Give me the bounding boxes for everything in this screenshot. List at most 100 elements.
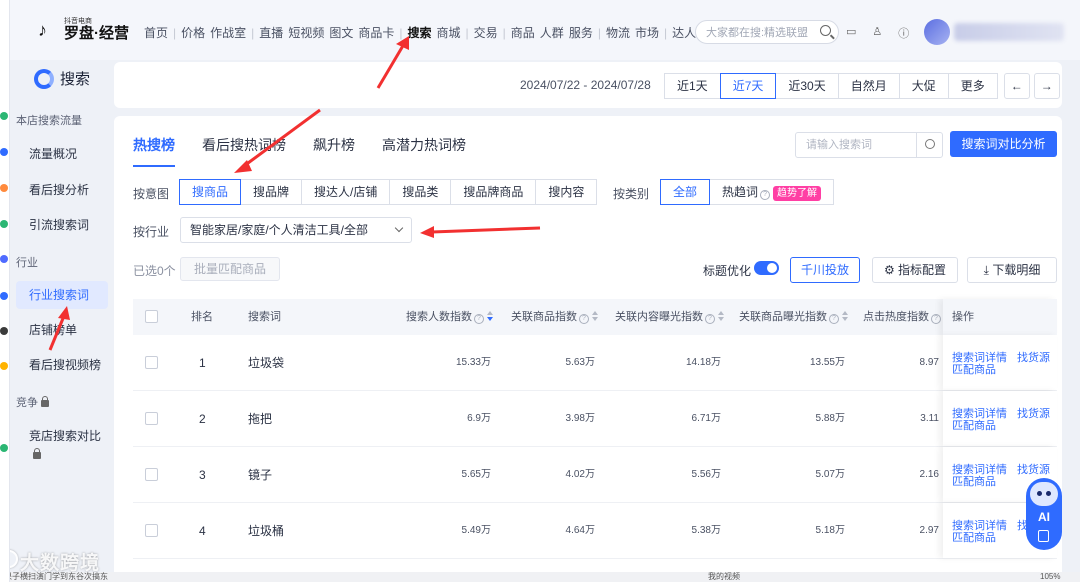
nav-item-0[interactable]: 首页 (144, 24, 168, 41)
nav-item-13[interactable]: 物流 (606, 24, 630, 41)
next-period-arrow-icon[interactable]: → (1033, 73, 1060, 99)
info-icon[interactable]: ⓘ (898, 25, 909, 41)
download-button[interactable]: ⤓ 下载明细 (967, 257, 1057, 283)
status-video-link[interactable]: 我的视频 (708, 572, 740, 582)
table-row[interactable]: 4垃圾桶5.49万4.64万5.38万5.18万2.97搜索词详情找货源匹配商品 (133, 503, 1057, 559)
date-option-30d[interactable]: 近30天 (775, 73, 839, 99)
ai-assistant-button[interactable]: AI (1026, 478, 1062, 550)
user-icon[interactable]: ♙ (872, 25, 882, 41)
extension-icon[interactable] (0, 444, 8, 452)
table-row[interactable]: 3 镜子 5.65万 4.02万 5.56万 5.07万 2.16 搜索词详情 找货源 匹配商品 (133, 447, 1057, 503)
sort-icon[interactable] (592, 311, 598, 321)
help-icon[interactable]: ? (760, 190, 771, 200)
sidebar-item-industry-keywords[interactable]: 行业搜索词 (16, 281, 108, 309)
date-range-picker[interactable]: 2024/07/22 - 2024/07/28 (520, 78, 651, 92)
intent-option-goods[interactable]: 搜商品 (179, 179, 242, 205)
app-logo[interactable]: ♪ 抖音电商 罗盘·经营 (38, 18, 129, 41)
find-source-link[interactable]: 找货源 (1017, 464, 1050, 476)
account-name-blurred[interactable] (954, 23, 1064, 41)
row-checkbox[interactable] (145, 468, 158, 481)
search-icon[interactable] (916, 133, 942, 157)
date-option-month[interactable]: 自然月 (837, 73, 900, 99)
intent-option-brand[interactable]: 搜品牌 (240, 179, 303, 205)
nav-item-5[interactable]: 图文 (329, 24, 353, 41)
extension-icon[interactable] (0, 362, 8, 370)
trend-badge[interactable]: 趋势了解 (773, 186, 822, 201)
extension-icon[interactable] (0, 327, 8, 335)
document-icon[interactable] (1038, 530, 1049, 542)
nav-item-12[interactable]: 服务 (569, 24, 593, 41)
extension-icon[interactable] (0, 255, 8, 263)
header-goods-exposure-index[interactable]: 关联商品曝光指数? (739, 299, 848, 335)
help-icon[interactable]: ? (579, 314, 589, 324)
date-option-more[interactable]: 更多 (947, 73, 998, 99)
intent-option-category[interactable]: 搜品类 (389, 179, 452, 205)
tab-hot-search[interactable]: 热搜榜 (133, 135, 175, 167)
sidebar-item-competitor-compare[interactable]: 竞店搜索对比 (16, 423, 108, 463)
sidebar-item-shop-ranking[interactable]: 店铺榜单 (16, 316, 108, 344)
nav-item-4[interactable]: 短视频 (288, 24, 324, 41)
header-goods-index[interactable]: 关联商品指数? (511, 299, 598, 335)
sidebar-item-traffic-overview[interactable]: 流量概况 (16, 140, 108, 168)
extension-icon[interactable] (0, 112, 8, 120)
match-goods-link[interactable]: 匹配商品 (952, 364, 996, 376)
sidebar-item-video-ranking[interactable]: 看后搜视频榜 (16, 351, 108, 379)
qianchuan-button[interactable]: 千川投放 (790, 257, 860, 283)
help-icon[interactable]: ? (705, 314, 715, 324)
tab-after-view-hot[interactable]: 看后搜热词榜 (202, 135, 286, 167)
help-icon[interactable]: ? (829, 314, 839, 324)
match-goods-link[interactable]: 匹配商品 (952, 420, 996, 432)
extension-icon[interactable] (0, 184, 8, 192)
category-option-trending[interactable]: 热趋词? 趋势了解 (709, 179, 835, 205)
sort-icon[interactable] (718, 311, 724, 321)
header-content-exposure-index[interactable]: 关联内容曝光指数? (615, 299, 724, 335)
extension-icon[interactable] (0, 292, 8, 300)
nav-item-15[interactable]: 达人 (672, 24, 696, 41)
select-all-checkbox[interactable] (145, 310, 158, 323)
find-source-link[interactable]: 找货源 (1017, 408, 1050, 420)
find-source-link[interactable]: 找货源 (1017, 352, 1050, 364)
extension-icon[interactable] (0, 220, 8, 228)
table-row[interactable]: 1 垃圾袋 15.33万 5.63万 14.18万 13.55万 8.97 搜索词详情 找货源匹… (133, 335, 1057, 391)
zoom-level[interactable]: 105% (1040, 572, 1060, 582)
category-option-all[interactable]: 全部 (660, 179, 711, 205)
table-row[interactable]: 2 拖把 6.9万 3.98万 6.71万 5.88万 3.11 搜索词详情 找货源 匹配商品 (133, 391, 1057, 447)
nav-item-10[interactable]: 商品 (511, 24, 535, 41)
tab-rising[interactable]: 飙升榜 (313, 135, 355, 167)
nav-item-8[interactable]: 商城 (437, 24, 461, 41)
sort-icon[interactable] (487, 311, 493, 321)
industry-select[interactable]: 智能家居/家庭/个人清洁工具/全部 (180, 217, 412, 243)
prev-period-arrow-icon[interactable]: ← (1003, 73, 1030, 99)
row-checkbox[interactable] (145, 412, 158, 425)
header-click-index[interactable]: 点击热度指数? (863, 299, 950, 335)
date-option-7d[interactable]: 近7天 (719, 73, 777, 99)
keyword-detail-link[interactable]: 搜索词详情 (952, 464, 1007, 476)
global-search-input[interactable]: 大家都在搜:精选联盟 (695, 20, 839, 44)
tab-high-potential[interactable]: 高潜力热词榜 (382, 135, 466, 167)
intent-option-content[interactable]: 搜内容 (535, 179, 598, 205)
row-checkbox[interactable] (145, 356, 158, 369)
sidebar-item-after-view-analysis[interactable]: 看后搜分析 (16, 176, 108, 204)
nav-item-7[interactable]: 搜索 (407, 24, 431, 41)
search-icon[interactable] (820, 25, 831, 36)
intent-option-brand-goods[interactable]: 搜品牌商品 (450, 179, 537, 205)
keyword-compare-button[interactable]: 搜索词对比分析 (950, 131, 1057, 157)
nav-item-2[interactable]: 作战室 (210, 24, 246, 41)
match-goods-link[interactable]: 匹配商品 (952, 532, 996, 544)
match-goods-link[interactable]: 匹配商品 (952, 476, 996, 488)
header-search-index[interactable]: 搜索人数指数? (406, 299, 493, 335)
help-icon[interactable]: ? (474, 314, 484, 324)
date-option-1d[interactable]: 近1天 (664, 73, 721, 99)
nav-item-3[interactable]: 直播 (259, 24, 283, 41)
sort-icon[interactable] (842, 311, 848, 321)
title-optimize-toggle[interactable] (754, 261, 779, 275)
avatar[interactable] (924, 19, 950, 45)
help-icon[interactable]: ? (931, 314, 941, 324)
nav-item-1[interactable]: 价格 (181, 24, 205, 41)
nav-item-6[interactable]: 商品卡 (358, 24, 394, 41)
monitor-icon[interactable]: ▭ (846, 25, 856, 41)
keyword-search-input[interactable]: 请输入搜索词 (795, 132, 943, 158)
sidebar-item-traffic-keywords[interactable]: 引流搜索词 (16, 211, 108, 239)
intent-option-creator-shop[interactable]: 搜达人/店铺 (301, 179, 391, 205)
extension-icon[interactable] (0, 148, 8, 156)
